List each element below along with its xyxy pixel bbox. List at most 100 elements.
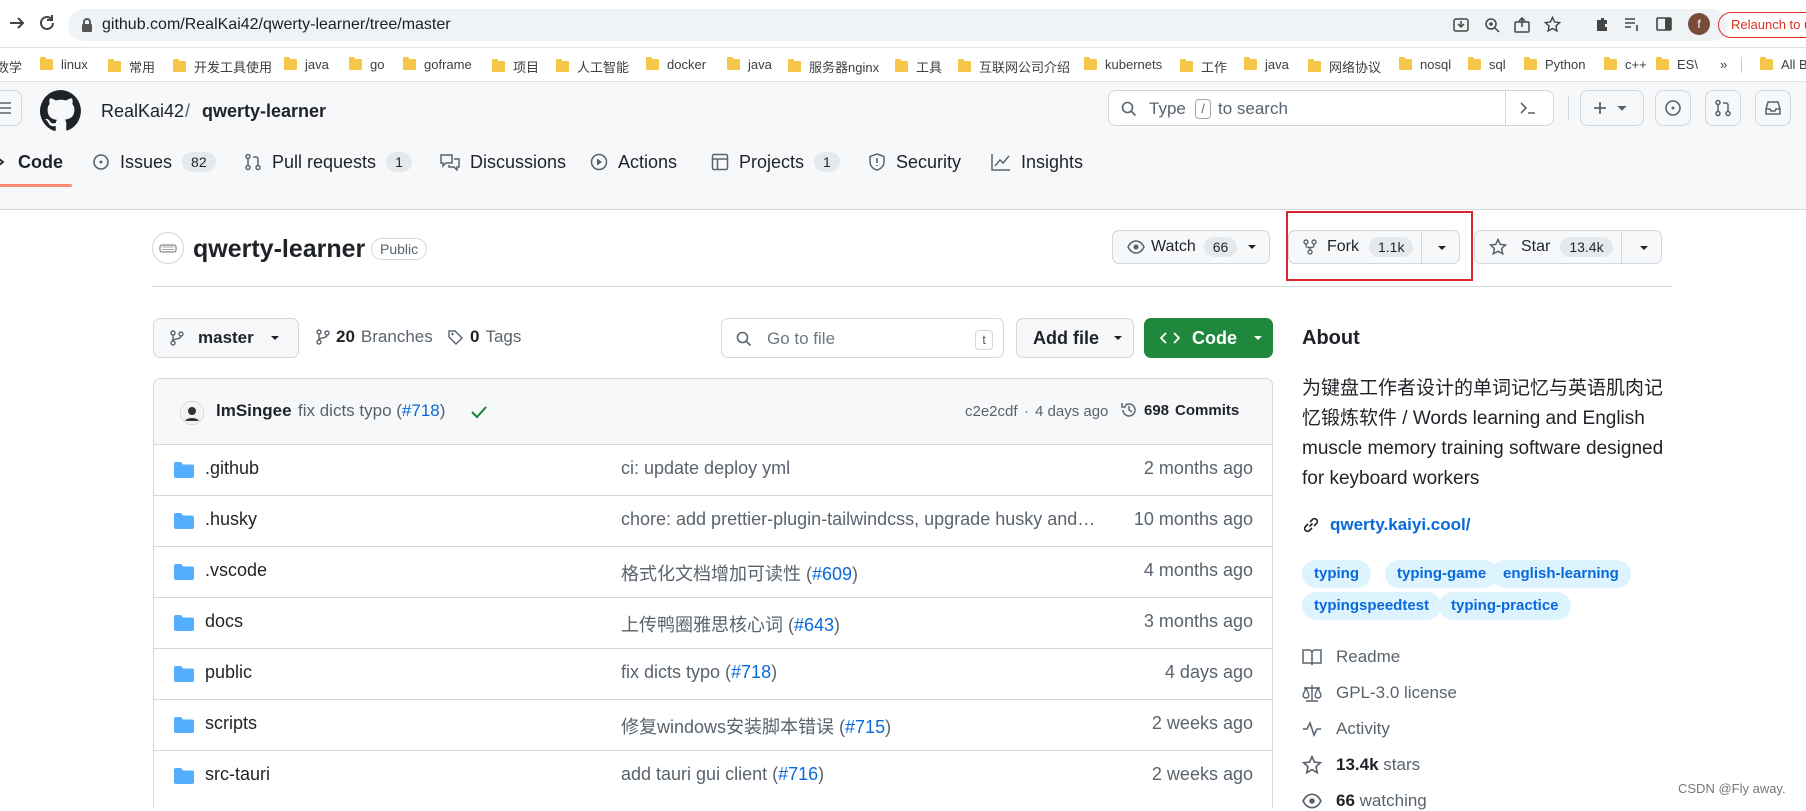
file-name[interactable]: .husky [205, 509, 257, 530]
bookmark-item[interactable]: 服务器nginx [788, 57, 879, 76]
code-dropdown-button[interactable]: Code [1144, 318, 1273, 358]
install-icon[interactable] [1453, 17, 1469, 33]
bookmark-item[interactable]: sql [1468, 57, 1506, 72]
pull-requests-button[interactable] [1705, 90, 1741, 126]
extensions-icon[interactable] [1594, 16, 1610, 32]
menu-button[interactable] [0, 90, 22, 126]
bookmark-item[interactable]: 工作 [1180, 57, 1227, 76]
add-file-button[interactable]: Add file [1016, 318, 1134, 358]
topic-tag[interactable]: english-learning [1491, 560, 1631, 588]
activity-link[interactable]: Activity [1302, 719, 1390, 739]
tab-issues[interactable]: Issues 82 [92, 138, 216, 186]
address-bar[interactable]: github.com/RealKai42/qwerty-learner/tree… [68, 9, 1728, 41]
tab-code[interactable]: Code [0, 138, 72, 187]
bookmark-item[interactable]: 网络协议 [1308, 57, 1381, 76]
repo-name-link[interactable]: qwerty-learner [202, 101, 326, 122]
search-input[interactable]: Type / to search [1108, 90, 1554, 126]
file-commit-pr-link[interactable]: #643 [794, 615, 834, 635]
file-commit-pr-link[interactable]: #609 [812, 564, 852, 584]
branches-link[interactable]: 20 Branches [316, 327, 433, 347]
file-name[interactable]: src-tauri [205, 764, 270, 785]
bookmark-item[interactable]: 开发工具使用 [173, 57, 272, 76]
forward-icon[interactable] [8, 14, 26, 32]
file-name[interactable]: docs [205, 611, 243, 632]
bookmark-item[interactable]: 常用 [108, 57, 155, 76]
table-row[interactable]: .github ci: update deploy yml 2 months ago [153, 444, 1273, 495]
bookmark-item[interactable]: 互联网公司介绍 [958, 57, 1070, 76]
repo-owner-avatar[interactable] [152, 232, 184, 264]
file-commit-message[interactable]: 格式化文档增加可读性 (#609) [621, 560, 858, 586]
bookmark-item[interactable]: ES\ [1656, 57, 1698, 72]
bookmark-item[interactable]: java [727, 57, 772, 72]
bookmark-item[interactable]: goframe [403, 57, 472, 72]
bookmark-item[interactable]: docker [646, 57, 706, 72]
commit-pr-link[interactable]: #718 [402, 401, 440, 420]
reload-icon[interactable] [38, 14, 56, 32]
relaunch-button[interactable]: Relaunch to u [1718, 12, 1806, 38]
topic-tag[interactable]: typing-practice [1439, 592, 1571, 620]
repo-owner-link[interactable]: RealKai42 [101, 101, 184, 122]
bookmark-item[interactable]: java [284, 57, 329, 72]
table-row[interactable]: .vscode 格式化文档增加可读性 (#609) 4 months ago [153, 546, 1273, 597]
bookmark-item[interactable]: kubernets [1084, 57, 1162, 72]
lock-icon[interactable] [81, 18, 93, 32]
file-commit-pr-link[interactable]: #715 [845, 717, 885, 737]
commit-author-avatar[interactable] [180, 401, 204, 425]
create-new-button[interactable] [1580, 90, 1644, 126]
file-commit-message[interactable]: ci: update deploy yml [621, 458, 790, 479]
tab-projects[interactable]: Projects 1 [711, 138, 840, 186]
tab-insights[interactable]: Insights [991, 138, 1083, 186]
bookmark-item[interactable]: 工具 [895, 57, 942, 76]
repo-title[interactable]: qwerty-learner [193, 235, 365, 264]
zoom-icon[interactable] [1484, 17, 1500, 33]
file-commit-message[interactable]: chore: add prettier-plugin-tailwindcss, … [621, 509, 1097, 530]
stars-link[interactable]: 13.4k stars [1302, 755, 1420, 775]
side-panel-icon[interactable] [1656, 16, 1672, 32]
share-icon[interactable] [1514, 17, 1530, 33]
bookmark-item[interactable]: nosql [1399, 57, 1451, 72]
bookmark-item[interactable]: java [1244, 57, 1289, 72]
file-commit-message[interactable]: fix dicts typo (#718) [621, 662, 777, 683]
bookmarks-overflow-button[interactable]: » [1720, 57, 1727, 72]
tab-security[interactable]: Security [868, 138, 961, 186]
bookmark-item[interactable]: 项目 [492, 57, 539, 76]
file-commit-message[interactable]: add tauri gui client (#716) [621, 764, 824, 785]
file-name[interactable]: public [205, 662, 252, 683]
topic-tag[interactable]: typingspeedtest [1302, 592, 1442, 620]
table-row[interactable]: public fix dicts typo (#718) 4 days ago [153, 648, 1273, 699]
all-bookmarks-button[interactable]: All B [1760, 57, 1806, 72]
tab-search-icon[interactable] [1624, 16, 1640, 32]
file-commit-pr-link[interactable]: #716 [778, 764, 818, 784]
bookmark-item[interactable]: 数学 [0, 57, 22, 76]
bookmark-item[interactable]: c++ [1604, 57, 1647, 72]
commit-hash[interactable]: c2e2cdf [965, 403, 1018, 420]
file-commit-message[interactable]: 修复windows安装脚本错误 (#715) [621, 713, 891, 739]
file-commit-message[interactable]: 上传鸭圈雅思核心词 (#643) [621, 611, 840, 637]
topic-tag[interactable]: typing [1302, 560, 1371, 588]
tab-actions[interactable]: Actions [590, 138, 677, 186]
topic-tag[interactable]: typing-game [1385, 560, 1499, 588]
goto-file-input[interactable]: Go to file t [721, 318, 1004, 358]
table-row[interactable]: scripts 修复windows安装脚本错误 (#715) 2 weeks ago [153, 699, 1273, 750]
watching-link[interactable]: 66 watching [1302, 791, 1427, 811]
table-row[interactable]: docs 上传鸭圈雅思核心词 (#643) 3 months ago [153, 597, 1273, 648]
issues-button[interactable] [1655, 90, 1691, 126]
command-palette-icon[interactable] [1519, 100, 1537, 116]
bookmark-item[interactable]: go [349, 57, 384, 72]
website-link[interactable]: qwerty.kaiyi.cool/ [1302, 515, 1470, 535]
tab-pull-requests[interactable]: Pull requests 1 [244, 138, 412, 186]
bookmark-item[interactable]: Python [1524, 57, 1585, 72]
file-commit-pr-link[interactable]: #718 [731, 662, 771, 682]
file-name[interactable]: .github [205, 458, 259, 479]
commit-message[interactable]: fix dicts typo (#718) [298, 401, 445, 421]
tab-discussions[interactable]: Discussions [440, 138, 566, 186]
star-button[interactable]: Star 13.4k [1474, 230, 1662, 264]
watch-button[interactable]: Watch 66 [1112, 230, 1270, 264]
readme-link[interactable]: Readme [1302, 647, 1400, 667]
license-link[interactable]: GPL-3.0 license [1302, 683, 1457, 703]
bookmark-item[interactable]: linux [40, 57, 88, 72]
bookmark-item[interactable]: 人工智能 [556, 57, 629, 76]
bookmark-star-icon[interactable] [1544, 16, 1561, 33]
tags-link[interactable]: 0 Tags [448, 327, 521, 347]
branch-selector[interactable]: master [153, 318, 299, 358]
